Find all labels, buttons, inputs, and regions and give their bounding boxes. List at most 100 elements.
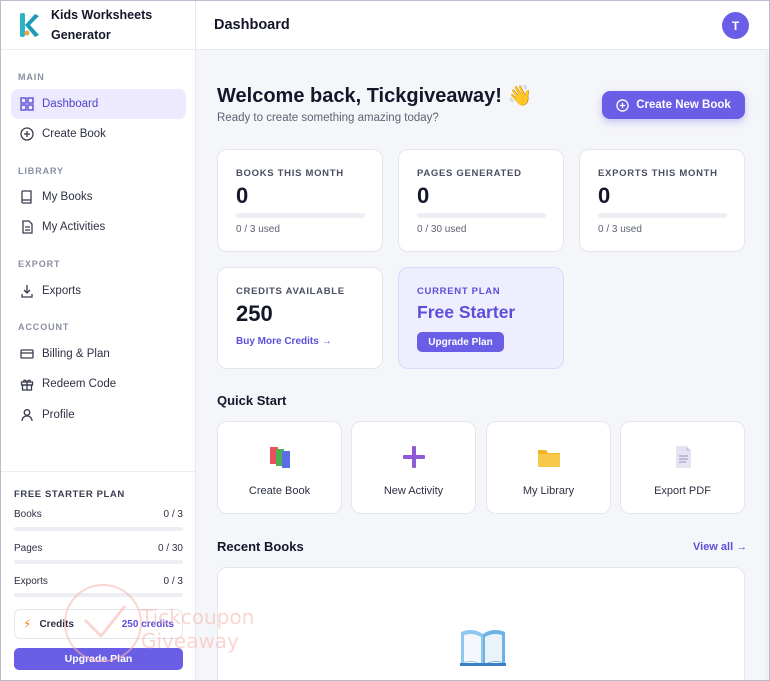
- recent-books-title: Recent Books: [217, 539, 304, 554]
- sidebar-item-dashboard[interactable]: Dashboard: [11, 89, 186, 119]
- lightning-icon: ⚡: [23, 617, 32, 631]
- stat-value: 0: [598, 183, 611, 208]
- app-window: Kids Worksheets Generator MAIN Dashboard…: [0, 0, 770, 681]
- quick-start-export-pdf[interactable]: Export PDF: [620, 421, 745, 514]
- plan-usage-panel: FREE STARTER PLAN Books 0 / 3 Pages 0 / …: [1, 471, 196, 680]
- usage-value: 0 / 3: [163, 509, 183, 520]
- plan-name: Free Starter: [417, 302, 516, 322]
- plus-circle-icon: [20, 127, 34, 141]
- create-new-book-label: Create New Book: [636, 99, 731, 111]
- quick-start-label: Export PDF: [654, 485, 711, 497]
- stat-label: BOOKS THIS MONTH: [236, 168, 344, 179]
- brand[interactable]: Kids Worksheets Generator: [1, 1, 195, 50]
- app-logo-icon: [20, 13, 39, 37]
- stat-progress-bar: [236, 213, 365, 218]
- sidebar-item-billing[interactable]: Billing & Plan: [11, 339, 186, 369]
- gift-icon: [20, 379, 34, 391]
- usage-label: Exports: [14, 576, 48, 587]
- quick-start-label: My Library: [522, 485, 575, 497]
- grid-icon: [20, 97, 34, 111]
- usage-bar-exports: [14, 593, 183, 597]
- sidebar-item-create-book[interactable]: Create Book: [11, 119, 186, 149]
- view-all-link[interactable]: View all →: [693, 541, 747, 553]
- sidebar-item-label: Profile: [42, 409, 75, 421]
- recent-books-panel: [217, 567, 745, 680]
- sidebar-item-label: My Books: [42, 191, 93, 203]
- sidebar-item-redeem[interactable]: Redeem Code: [11, 369, 186, 399]
- section-main: MAIN: [18, 72, 45, 82]
- stat-card-exports: EXPORTS THIS MONTH 0 0 / 3 used: [579, 149, 745, 252]
- credits-value: 250 credits: [121, 618, 174, 630]
- document-icon: [22, 220, 33, 234]
- welcome-heading: Welcome back, Tickgiveaway! 👋: [217, 85, 533, 107]
- create-new-book-button[interactable]: Create New Book: [602, 91, 745, 119]
- top-header: Dashboard T: [196, 1, 769, 50]
- sidebar-item-label: My Activities: [42, 221, 106, 233]
- books-icon: [269, 447, 290, 468]
- plus-circle-icon: [616, 98, 629, 112]
- document-icon: [675, 446, 691, 468]
- buy-more-credits-link[interactable]: Buy More Credits →: [236, 336, 332, 347]
- stat-label: CREDITS AVAILABLE: [236, 286, 345, 297]
- section-export: EXPORT: [18, 259, 61, 269]
- welcome-subtitle: Ready to create something amazing today?: [217, 112, 439, 124]
- sidebar-item-my-activities[interactable]: My Activities: [11, 212, 186, 242]
- quick-start-label: New Activity: [383, 485, 444, 497]
- stat-label: EXPORTS THIS MONTH: [598, 168, 718, 179]
- sidebar-upgrade-button[interactable]: Upgrade Plan: [14, 648, 183, 670]
- sidebar-item-my-books[interactable]: My Books: [11, 182, 186, 212]
- plan-upgrade-button[interactable]: Upgrade Plan: [417, 332, 504, 352]
- usage-value: 0 / 30: [157, 543, 183, 554]
- section-account: ACCOUNT: [18, 322, 70, 332]
- download-icon: [21, 285, 33, 298]
- stat-value: 0: [417, 183, 430, 208]
- stat-card-books: BOOKS THIS MONTH 0 0 / 3 used: [217, 149, 383, 252]
- sidebar-item-profile[interactable]: Profile: [11, 400, 186, 430]
- avatar[interactable]: T: [722, 12, 749, 39]
- stat-value: 0: [236, 183, 249, 208]
- quick-start-create-book[interactable]: Create Book: [217, 421, 342, 514]
- credit-card-icon: [20, 349, 34, 359]
- app-name: Kids Worksheets Generator: [51, 8, 153, 42]
- usage-books: Books 0 / 3: [14, 509, 183, 520]
- sidebar-item-label: Billing & Plan: [42, 348, 110, 360]
- sidebar-item-label: Redeem Code: [42, 378, 117, 390]
- sidebar-item-label: Create Book: [42, 128, 106, 140]
- sidebar-item-label: Exports: [42, 285, 81, 297]
- stat-used: 0 / 3 used: [598, 224, 642, 235]
- page-title: Dashboard: [214, 17, 290, 33]
- quick-start-label: Create Book: [248, 485, 311, 497]
- sidebar-item-exports[interactable]: Exports: [11, 276, 186, 306]
- current-plan-card: CURRENT PLAN Free Starter Upgrade Plan: [398, 267, 564, 369]
- usage-value: 0 / 3: [163, 576, 183, 587]
- quick-start-my-library[interactable]: My Library: [486, 421, 611, 514]
- usage-exports: Exports 0 / 3: [14, 576, 183, 587]
- quick-start-new-activity[interactable]: New Activity: [351, 421, 476, 514]
- plan-usage-title: FREE STARTER PLAN: [14, 489, 125, 500]
- stat-used: 0 / 30 used: [417, 224, 467, 235]
- scrollbar[interactable]: [765, 50, 769, 680]
- usage-pages: Pages 0 / 30: [14, 543, 183, 554]
- usage-label: Pages: [14, 543, 43, 554]
- sidebar: Kids Worksheets Generator MAIN Dashboard…: [1, 1, 196, 680]
- stat-card-credits: CREDITS AVAILABLE 250 Buy More Credits →: [217, 267, 383, 369]
- open-book-icon: [460, 629, 506, 666]
- stat-card-pages: PAGES GENERATED 0 0 / 30 used: [398, 149, 564, 252]
- stat-progress-bar: [417, 213, 546, 218]
- plan-label: CURRENT PLAN: [417, 286, 501, 297]
- quick-start-title: Quick Start: [217, 393, 287, 408]
- stat-progress-bar: [598, 213, 727, 218]
- sidebar-item-label: Dashboard: [42, 98, 99, 110]
- stat-value: 250: [236, 301, 273, 326]
- book-icon: [21, 190, 32, 204]
- section-library: LIBRARY: [18, 166, 64, 176]
- credits-label: Credits: [39, 618, 74, 630]
- stat-label: PAGES GENERATED: [417, 168, 522, 179]
- usage-bar-books: [14, 527, 183, 531]
- plus-icon: [402, 446, 425, 468]
- stat-used: 0 / 3 used: [236, 224, 280, 235]
- usage-bar-pages: [14, 560, 183, 564]
- credits-summary: ⚡ Credits 250 credits: [14, 609, 183, 639]
- user-icon: [21, 409, 33, 422]
- folder-icon: [537, 450, 560, 467]
